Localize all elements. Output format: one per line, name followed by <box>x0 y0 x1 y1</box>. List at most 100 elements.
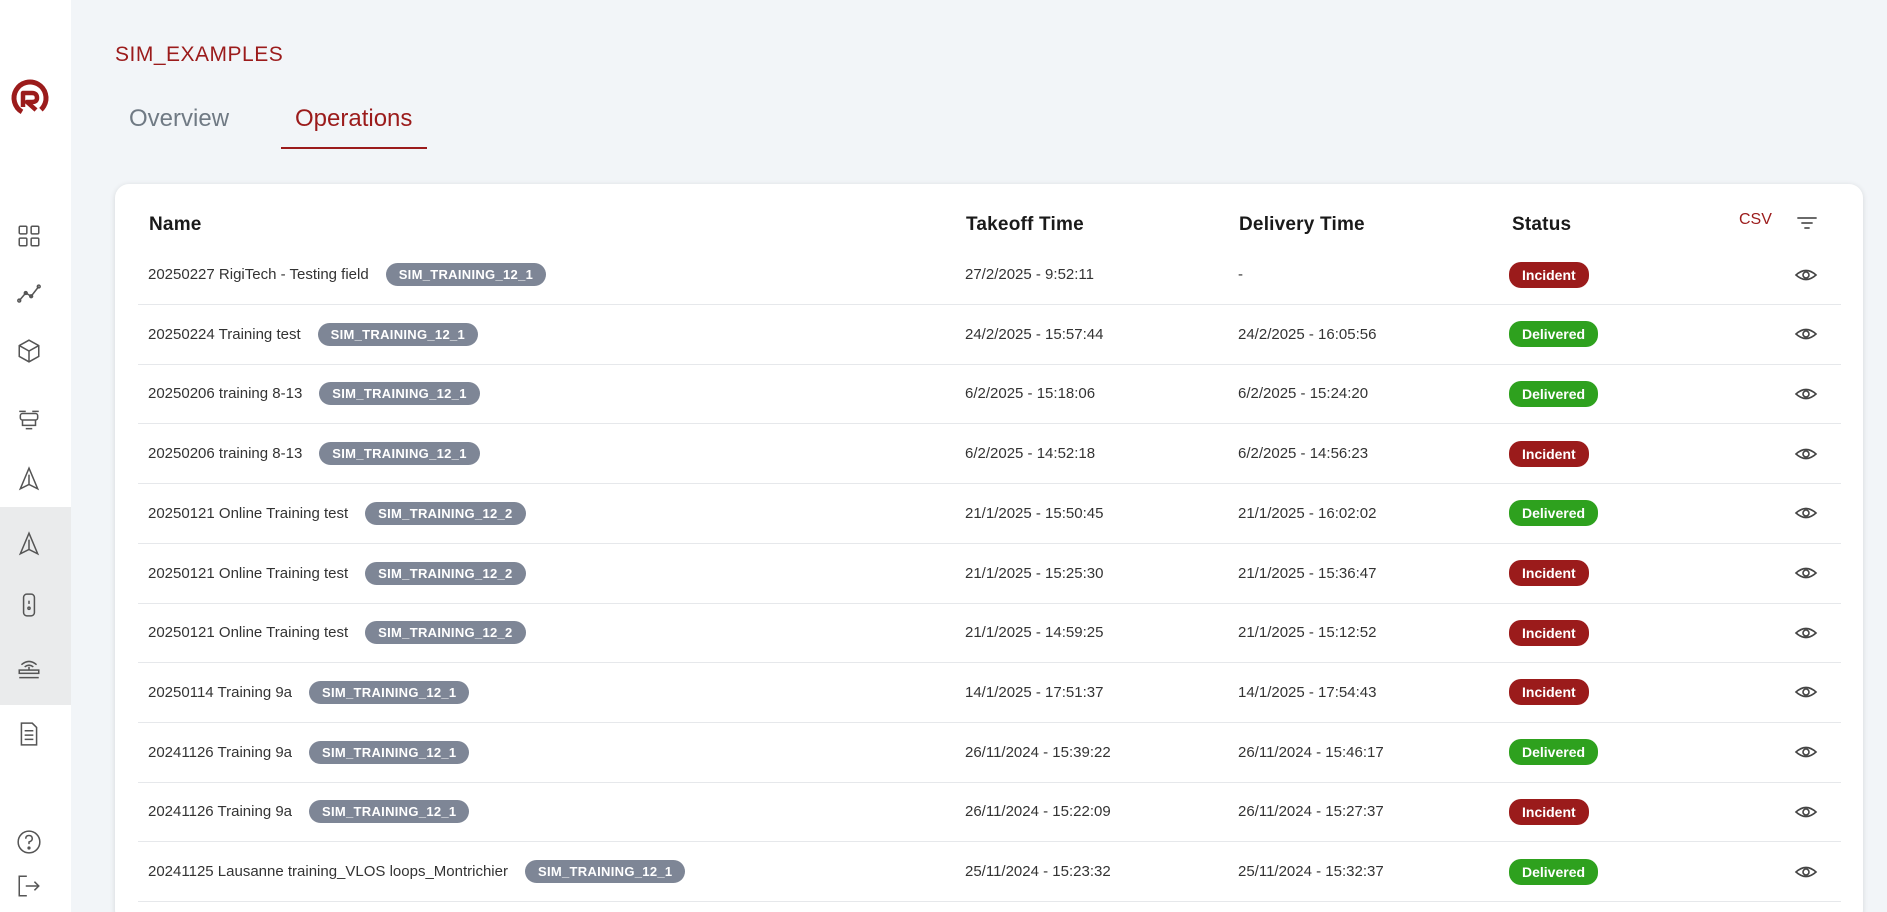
row-name-cell: 20250121 Online Training test SIM_TRAININ… <box>148 603 526 662</box>
tab-operations[interactable]: Operations <box>281 96 427 149</box>
row-name-cell: 20241126 Training 9a SIM_TRAINING_12_1 <box>148 723 470 782</box>
column-header-delivery[interactable]: Delivery Time <box>1239 214 1365 236</box>
takeoff-time: 21/1/2025 - 15:50:45 <box>965 504 1104 522</box>
table-row[interactable]: 20250224 Training test SIM_TRAINING_12_1 2… <box>138 305 1841 365</box>
takeoff-time: 24/2/2025 - 15:57:44 <box>965 325 1104 343</box>
operation-name: 20241126 Training 9a <box>148 743 293 761</box>
status-badge: Incident <box>1509 261 1589 288</box>
operation-name: 20250206 training 8-13 <box>148 385 303 403</box>
status-badge: Delivered <box>1509 858 1599 885</box>
simulator-tag: SIM_TRAINING_12_1 <box>309 680 470 704</box>
view-eye-icon[interactable] <box>1794 663 1818 722</box>
table-row[interactable]: 20250206 training 8-13 SIM_TRAINING_12_1 6… <box>138 364 1841 425</box>
delivery-time: 26/11/2024 - 15:46:17 <box>1238 743 1384 761</box>
takeoff-time: 26/11/2024 - 15:22:09 <box>965 803 1111 821</box>
csv-export-button[interactable]: CSV <box>1739 211 1772 229</box>
rigitech-logo[interactable] <box>10 78 50 118</box>
takeoff-time: 21/1/2025 - 14:59:25 <box>965 624 1104 642</box>
simulator-tag: SIM_TRAINING_12_2 <box>365 501 526 525</box>
table-row[interactable]: 20250206 training 8-13 SIM_TRAINING_12_1 6… <box>138 424 1841 485</box>
row-name-cell: 20250224 Training test SIM_TRAINING_12_1 <box>148 305 479 364</box>
status-badge: Delivered <box>1509 321 1599 348</box>
view-eye-icon[interactable] <box>1794 842 1818 901</box>
status-cell: Incident <box>1509 544 1589 603</box>
view-eye-icon[interactable] <box>1794 544 1818 603</box>
help-icon[interactable] <box>13 826 45 858</box>
package-icon[interactable] <box>13 335 45 367</box>
simulator-tag: SIM_TRAINING_12_1 <box>385 263 547 286</box>
table-row[interactable]: 20250114 Training 9a SIM_TRAINING_12_1 14/… <box>138 663 1841 723</box>
view-eye-icon[interactable] <box>1794 723 1818 782</box>
status-cell: Delivered <box>1509 305 1599 364</box>
remote-controller-icon[interactable] <box>13 589 45 621</box>
column-header-takeoff[interactable]: Takeoff Time <box>966 214 1084 236</box>
view-eye-icon[interactable] <box>1794 484 1818 543</box>
table-row[interactable]: 20241125 Lausanne training_VLOS loops_Mo… <box>138 842 1841 902</box>
row-name-cell: 20241126 Training 9a SIM_TRAINING_12_1 <box>148 782 470 841</box>
row-name-cell: 20250121 Online Training test SIM_TRAININ… <box>148 544 526 603</box>
view-eye-icon[interactable] <box>1794 245 1818 304</box>
operation-name: 20241126 Training 9a <box>148 803 293 821</box>
status-badge: Delivered <box>1509 739 1599 766</box>
tab-overview[interactable]: Overview <box>115 96 243 149</box>
status-badge: Delivered <box>1509 380 1599 407</box>
delivery-time: 26/11/2024 - 15:27:37 <box>1238 803 1384 821</box>
table-row[interactable]: 20250227 RigiTech - Testing field SIM_TRA… <box>138 245 1841 305</box>
takeoff-time: 14/1/2025 - 17:51:37 <box>965 683 1104 701</box>
column-header-status[interactable]: Status <box>1512 214 1571 236</box>
row-name-cell: 20241125 Lausanne training_VLOS loops_Mo… <box>148 842 686 901</box>
base-station-icon[interactable] <box>13 653 45 685</box>
operation-name: 20250114 Training 9a <box>148 683 293 701</box>
simulator-tag: SIM_TRAINING_12_1 <box>309 740 470 764</box>
row-name-cell: 20250114 Training 9a SIM_TRAINING_12_1 <box>148 663 470 722</box>
operation-name: 20241125 Lausanne training_VLOS loops_Mo… <box>148 863 508 880</box>
status-badge: Incident <box>1509 440 1589 467</box>
view-eye-icon[interactable] <box>1794 305 1818 364</box>
simulator-tag: SIM_TRAINING_12_1 <box>319 442 480 466</box>
view-eye-icon[interactable] <box>1794 424 1818 483</box>
operation-name: 20250121 Online Training test <box>148 564 349 582</box>
status-cell: Incident <box>1509 663 1589 722</box>
drone-icon[interactable] <box>13 404 45 436</box>
row-name-cell: 20250206 training 8-13 SIM_TRAINING_12_1 <box>148 364 480 423</box>
status-cell: Incident <box>1509 245 1589 304</box>
status-cell: Incident <box>1509 424 1589 483</box>
row-name-cell: 20250206 training 8-13 SIM_TRAINING_12_1 <box>148 424 480 483</box>
logout-icon[interactable] <box>13 870 45 902</box>
delivery-time: 21/1/2025 - 15:12:52 <box>1238 624 1377 642</box>
takeoff-time: 25/11/2024 - 15:23:32 <box>965 863 1111 880</box>
table-row[interactable]: 20250121 Online Training test SIM_TRAININ… <box>138 544 1841 604</box>
status-cell: Delivered <box>1509 842 1599 901</box>
simulator-tag: SIM_TRAINING_12_1 <box>309 800 470 824</box>
view-eye-icon[interactable] <box>1794 603 1818 662</box>
view-eye-icon[interactable] <box>1794 364 1818 423</box>
status-cell: Delivered <box>1509 484 1599 543</box>
delivery-time: 24/2/2025 - 16:05:56 <box>1238 325 1377 343</box>
dashboard-icon[interactable] <box>13 220 45 252</box>
column-header-name[interactable]: Name <box>149 214 202 236</box>
takeoff-time: 27/2/2025 - 9:52:11 <box>965 266 1094 283</box>
page-title: SIM_EXAMPLES <box>115 43 284 66</box>
filter-icon[interactable] <box>1793 210 1821 236</box>
sidebar <box>0 0 71 912</box>
delivery-time: 6/2/2025 - 15:24:20 <box>1238 385 1369 403</box>
operations-sim-icon[interactable] <box>13 528 45 560</box>
table-row[interactable]: 20250121 Online Training test SIM_TRAININ… <box>138 603 1841 664</box>
view-eye-icon[interactable] <box>1794 782 1818 841</box>
status-cell: Delivered <box>1509 723 1599 782</box>
status-badge: Incident <box>1509 798 1589 825</box>
delivery-time: 21/1/2025 - 16:02:02 <box>1238 504 1377 522</box>
status-badge: Incident <box>1509 619 1589 646</box>
status-badge: Incident <box>1509 560 1589 586</box>
takeoff-time: 21/1/2025 - 15:25:30 <box>965 564 1104 582</box>
table-row[interactable]: 20241126 Training 9a SIM_TRAINING_12_1 26/… <box>138 723 1841 783</box>
delivery-time: 14/1/2025 - 17:54:43 <box>1238 683 1377 701</box>
operation-name: 20250227 RigiTech - Testing field <box>148 266 369 283</box>
table-row[interactable]: 20250121 Online Training test SIM_TRAININ… <box>138 484 1841 544</box>
analytics-icon[interactable] <box>13 277 45 309</box>
delivery-time: 6/2/2025 - 14:56:23 <box>1238 445 1369 463</box>
operations-icon[interactable] <box>13 463 45 495</box>
table-row[interactable]: 20241126 Training 9a SIM_TRAINING_12_1 26/… <box>138 782 1841 843</box>
delivery-time: 21/1/2025 - 15:36:47 <box>1238 564 1377 582</box>
documents-icon[interactable] <box>13 718 45 750</box>
